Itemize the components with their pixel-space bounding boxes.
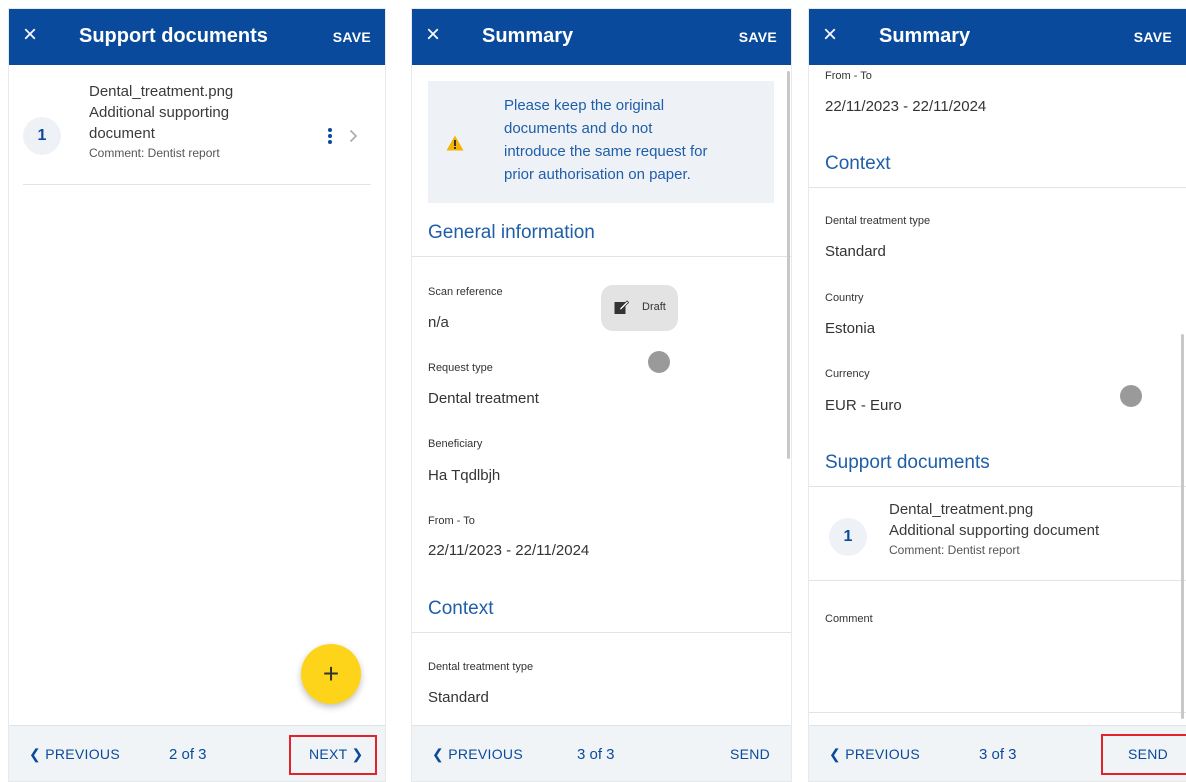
document-type: Additional supporting (89, 104, 230, 121)
document-comment: Comment: Dentist report (889, 543, 1020, 557)
warning-text: Please keep the original documents and d… (504, 94, 707, 186)
from-to-label: From - To (825, 70, 872, 82)
section-title: Support documents (825, 452, 990, 473)
country-label: Country (825, 292, 864, 304)
document-list-item[interactable]: 1 Dental_treatment.png Additional suppor… (23, 81, 371, 185)
warning-icon (446, 135, 464, 151)
document-type: Additional supporting document (889, 522, 1100, 539)
dental-treatment-type-label: Dental treatment type (825, 215, 931, 227)
previous-button[interactable]: ❮ PREVIOUS (432, 746, 523, 763)
summary-panel-bottom: × Summary SAVE From - To 22/11/2023 - 22… (808, 8, 1186, 782)
currency-label: Currency (825, 368, 870, 380)
context-header: Context (809, 139, 1186, 188)
app-header: × Summary SAVE (809, 9, 1186, 65)
page-title: Support documents (79, 25, 268, 47)
warning-line: prior authorisation on paper. (504, 166, 691, 183)
save-button[interactable]: SAVE (1134, 29, 1172, 45)
scroll-indicator-dot (648, 351, 670, 373)
scrollbar[interactable] (1181, 334, 1184, 719)
save-button[interactable]: SAVE (333, 29, 371, 45)
dental-treatment-type-label: Dental treatment type (428, 661, 534, 673)
currency-value: EUR - Euro (825, 397, 902, 414)
comment-label: Comment (825, 613, 873, 625)
next-button-highlight (289, 735, 377, 775)
warning-line: introduce the same request for (504, 143, 708, 160)
section-title: General information (428, 222, 595, 243)
pagination-footer: ❮ PREVIOUS 2 of 3 NEXT ❯ (9, 725, 385, 781)
page-title: Summary (482, 25, 574, 47)
document-comment: Comment: Dentist report (89, 146, 220, 160)
pagination-footer: ❮ PREVIOUS 3 of 3 SEND (412, 725, 791, 781)
from-to-value: 22/11/2023 - 22/11/2024 (825, 98, 987, 115)
page-indicator: 2 of 3 (169, 746, 207, 763)
document-type-continued: document (89, 125, 155, 142)
document-filename: Dental_treatment.png (889, 501, 1034, 518)
edit-icon (614, 300, 629, 314)
page-title: Summary (879, 25, 971, 47)
app-header: × Summary SAVE (412, 9, 791, 65)
general-information-header: General information (412, 209, 791, 257)
page-indicator: 3 of 3 (979, 746, 1017, 763)
previous-button[interactable]: ❮ PREVIOUS (829, 746, 920, 763)
scrollbar[interactable] (787, 71, 790, 459)
comment-field[interactable] (809, 633, 1186, 713)
more-vert-icon[interactable] (327, 127, 333, 145)
warning-notice: Please keep the original documents and d… (428, 81, 774, 203)
scan-reference-value: n/a (428, 314, 449, 331)
country-value: Estonia (825, 320, 876, 337)
pagination-footer: ❮ PREVIOUS 3 of 3 SEND (809, 725, 1186, 781)
from-to-value: 22/11/2023 - 22/11/2024 (428, 542, 590, 559)
summary-panel-top: × Summary SAVE Please keep the original … (411, 8, 792, 782)
document-details: Dental_treatment.png Additional supporti… (89, 81, 289, 162)
chevron-right-icon[interactable] (349, 129, 358, 143)
add-document-button[interactable]: + (301, 644, 361, 704)
request-type-label: Request type (428, 362, 493, 374)
previous-button[interactable]: ❮ PREVIOUS (29, 746, 120, 763)
section-title: Context (428, 598, 494, 619)
beneficiary-value: Ha Tqdlbjh (428, 467, 501, 484)
document-number-badge: 1 (829, 518, 867, 556)
context-header: Context (412, 585, 791, 633)
warning-line: documents and do not (504, 120, 653, 137)
document-list-item[interactable]: 1 Dental_treatment.png Additional suppor… (809, 487, 1186, 581)
warning-line: Please keep the original (504, 97, 665, 114)
page-indicator: 3 of 3 (577, 746, 615, 763)
support-documents-panel: × Support documents SAVE 1 Dental_treatm… (8, 8, 386, 782)
app-header: × Support documents SAVE (9, 9, 385, 65)
support-documents-header: Support documents (809, 437, 1186, 487)
from-to-label: From - To (428, 515, 475, 527)
save-button[interactable]: SAVE (739, 29, 777, 45)
document-details: Dental_treatment.png Additional supporti… (889, 499, 1179, 559)
beneficiary-label: Beneficiary (428, 438, 483, 450)
section-title: Context (825, 153, 891, 174)
status-badge: Draft (601, 285, 678, 331)
document-filename: Dental_treatment.png (89, 83, 234, 100)
document-number-badge: 1 (23, 117, 61, 155)
close-icon[interactable]: × (426, 23, 440, 47)
request-type-value: Dental treatment (428, 390, 539, 407)
dental-treatment-type-value: Standard (825, 243, 886, 260)
scan-reference-label: Scan reference (428, 286, 503, 298)
close-icon[interactable]: × (823, 23, 837, 47)
scroll-indicator-dot (1120, 385, 1142, 407)
send-button-highlight (1101, 734, 1186, 775)
send-button[interactable]: SEND (730, 746, 770, 762)
dental-treatment-type-value: Standard (428, 689, 489, 706)
close-icon[interactable]: × (23, 23, 37, 47)
status-badge-label: Draft (642, 301, 666, 313)
